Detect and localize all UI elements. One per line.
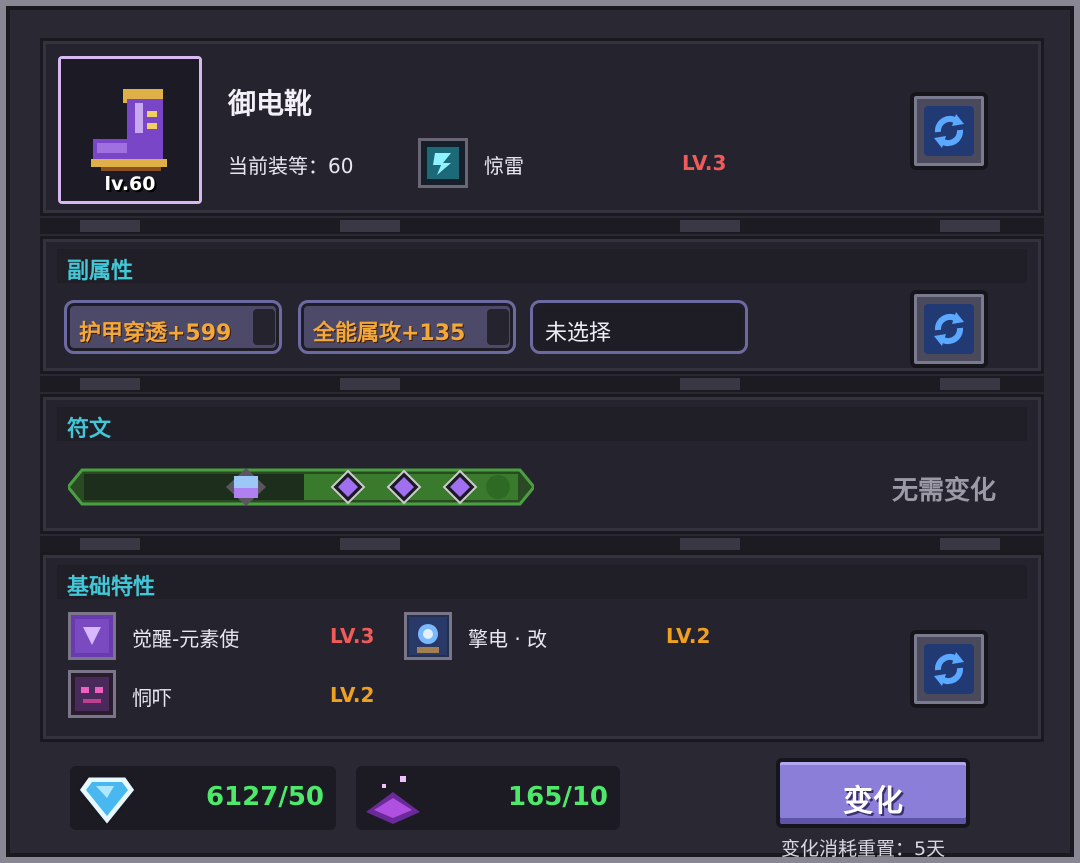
gear-score: 当前装等：60: [228, 154, 354, 178]
reset-note: 变化消耗重置：5天: [781, 838, 946, 860]
demon-face-icon: [75, 677, 109, 711]
rune-status: 无需变化: [892, 476, 997, 506]
gem-currency: 6127/50: [70, 766, 336, 830]
lightning-icon: [421, 141, 465, 185]
panel-seam: [40, 218, 1044, 234]
change-button[interactable]: 变化: [776, 758, 970, 828]
intimidate-trait-icon[interactable]: [68, 670, 116, 718]
diamond-icon: [76, 774, 138, 829]
trait-name: 恫吓: [132, 686, 172, 710]
trait-level: LV.2: [666, 624, 711, 648]
item-level-badge: lv.60: [104, 173, 156, 195]
purple-dust-icon: [366, 776, 420, 824]
attr-pill-all-element[interactable]: 全能属攻+135: [298, 300, 516, 354]
trait-name: 擎电 · 改: [468, 627, 548, 651]
rune-track[interactable]: [68, 466, 534, 508]
dust-currency: 165/10: [356, 766, 620, 830]
attr-pill-unselected[interactable]: 未选择: [530, 300, 748, 354]
skill-name: 惊雷: [484, 154, 524, 178]
gem-amount: 6127/50: [205, 782, 324, 812]
awaken-trait-icon[interactable]: [68, 612, 116, 660]
panel-seam: [40, 376, 1044, 392]
skill-level: LV.3: [682, 151, 727, 175]
electric-orb-icon: [409, 617, 447, 655]
boot-item-icon[interactable]: lv.60: [58, 56, 202, 204]
refresh-traits-button[interactable]: [910, 630, 988, 708]
panel-seam: [40, 536, 1044, 552]
attr-pill-armor-pen[interactable]: 护甲穿透+599: [64, 300, 282, 354]
sub-attributes-title: 副属性: [67, 259, 134, 284]
rune-panel: 符文: [40, 394, 1044, 534]
item-name: 御电靴: [228, 87, 313, 120]
refresh-attributes-button[interactable]: [910, 290, 988, 368]
trait-level: LV.3: [330, 624, 375, 648]
rune-title: 符文: [67, 417, 112, 442]
refresh-item-button[interactable]: [910, 92, 988, 170]
trait-name: 觉醒-元素使: [132, 627, 240, 651]
electric-trait-icon[interactable]: [404, 612, 452, 660]
traits-title: 基础特性: [67, 575, 156, 600]
dust-amount: 165/10: [508, 782, 608, 812]
elemental-icon: [75, 619, 109, 653]
refresh-icon: [934, 114, 964, 148]
refresh-icon: [934, 312, 964, 346]
trait-level: LV.2: [330, 683, 375, 707]
thunder-skill-icon[interactable]: [418, 138, 468, 188]
refresh-icon: [934, 652, 964, 686]
